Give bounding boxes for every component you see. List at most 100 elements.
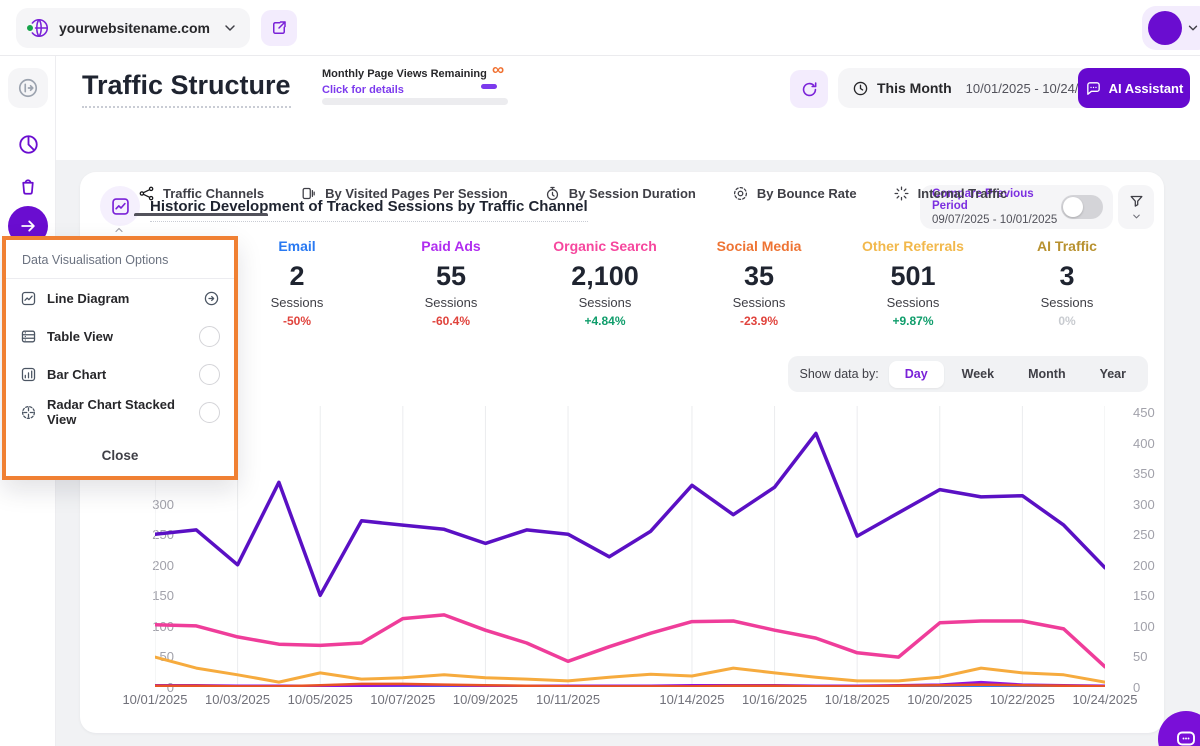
x-tick-label: 10/24/2025: [1072, 692, 1138, 707]
external-link-icon: [270, 19, 288, 37]
stat-channel-label: Social Media: [716, 238, 802, 254]
stat-unit: Sessions: [424, 295, 478, 310]
pie-chart-icon: [17, 133, 40, 156]
radio-unselected[interactable]: [199, 363, 220, 385]
stat-delta: -60.4%: [431, 314, 471, 328]
x-tick-label: 10/16/2025: [742, 692, 808, 707]
stat-delta: -23.9%: [739, 314, 779, 328]
bar-chart-icon: [20, 366, 37, 383]
refresh-button[interactable]: [790, 70, 828, 108]
stat-delta: -50%: [282, 314, 311, 328]
tab-by-session-duration[interactable]: By Session Duration: [544, 181, 696, 216]
active-tab-underline: [134, 213, 269, 216]
stat-channel-label: Paid Ads: [421, 238, 481, 254]
tab-by-bounce-rate[interactable]: By Bounce Rate: [732, 181, 857, 216]
quota-details-link[interactable]: Click for details: [322, 84, 404, 96]
stat-value: 3: [1059, 261, 1075, 291]
granularity-month[interactable]: Month: [1012, 361, 1081, 388]
other-referrals-line[interactable]: [155, 655, 1105, 684]
tab-traffic-channels[interactable]: Traffic Channels: [134, 181, 269, 216]
x-tick-label: 10/09/2025: [452, 692, 518, 707]
chart-type-button[interactable]: [100, 186, 140, 226]
arrow-right-icon: [18, 216, 38, 236]
clock-icon: [852, 80, 869, 97]
ai-assistant-button[interactable]: AI Assistant: [1078, 68, 1190, 108]
website-selector[interactable]: yourwebsitename.com: [16, 8, 250, 48]
granularity-week[interactable]: Week: [946, 361, 1010, 388]
tab-internal-traffic[interactable]: Internal Traffic: [893, 181, 1008, 216]
channel-stat-email[interactable]: Email 2 Sessions -50%: [220, 238, 374, 328]
channel-stat-paid-ads[interactable]: Paid Ads 55 Sessions -60.4%: [374, 238, 528, 328]
organic-search-line[interactable]: [155, 613, 1105, 669]
granularity-day[interactable]: Day: [888, 360, 944, 388]
stat-delta: +9.87%: [892, 314, 934, 328]
open-website-button[interactable]: [261, 10, 297, 46]
x-tick-label: 10/01/2025: [122, 692, 188, 707]
globe-icon: [25, 17, 50, 39]
website-name: yourwebsitename.com: [59, 20, 210, 36]
y-tick-label: 450: [1133, 405, 1155, 420]
x-tick-label: 10/20/2025: [907, 692, 973, 707]
sidebar-item-analytics[interactable]: [8, 124, 48, 164]
option-label: Radar Chart Stacked View: [47, 397, 175, 427]
stat-value: 55: [435, 261, 467, 291]
chat-icon: [1085, 80, 1102, 97]
x-tick-label: 10/07/2025: [370, 692, 436, 707]
compare-toggle[interactable]: [1061, 195, 1103, 219]
user-menu[interactable]: [1142, 6, 1200, 50]
total-sessions-line[interactable]: [155, 431, 1105, 598]
x-tick-label: 10/22/2025: [989, 692, 1055, 707]
funnel-icon: [1128, 193, 1145, 210]
channel-stat-social-media[interactable]: Social Media 35 Sessions -23.9%: [682, 238, 836, 328]
avatar: [1148, 11, 1182, 45]
data-visualisation-options-popup: Data Visualisation Options Line Diagram T…: [2, 236, 238, 480]
quota-progress-bar: [322, 98, 508, 105]
arrow-right-circle-icon: [203, 290, 220, 307]
stat-unit: Sessions: [732, 295, 786, 310]
tab-by-visited-pages-per-session[interactable]: By Visited Pages Per Session: [300, 181, 508, 216]
granularity-year[interactable]: Year: [1084, 361, 1142, 388]
stat-unit: Sessions: [578, 295, 632, 310]
popup-close-button[interactable]: Close: [6, 437, 234, 473]
channel-stat-organic-search[interactable]: Organic Search 2,100 Sessions +4.84%: [528, 238, 682, 328]
line-chart-icon: [110, 196, 131, 217]
top-bar: yourwebsitename.com: [0, 0, 1200, 56]
chevron-down-icon: [1131, 211, 1142, 222]
chevron-up-icon: [113, 224, 125, 236]
x-tick-label: 10/05/2025: [287, 692, 353, 707]
radio-unselected[interactable]: [199, 325, 220, 347]
sidebar-item-shop[interactable]: [8, 166, 48, 206]
x-tick-label: 10/18/2025: [824, 692, 890, 707]
channel-stats-row: Email 2 Sessions -50% Paid Ads 55 Sessions -60.…: [220, 238, 1144, 328]
tab-label: Traffic Channels: [163, 186, 265, 201]
social-media-line[interactable]: [155, 682, 1105, 687]
option-table-view[interactable]: Table View: [6, 317, 234, 355]
toggle-knob: [1063, 197, 1083, 217]
y-tick-label: 100: [1133, 618, 1155, 634]
option-bar-chart[interactable]: Bar Chart: [6, 355, 234, 393]
quota-usage-indicator: [481, 84, 497, 89]
option-label: Bar Chart: [47, 366, 107, 382]
stat-channel-label: Other Referrals: [862, 238, 964, 254]
period-label: This Month: [877, 80, 952, 96]
option-radar-chart-stacked-view[interactable]: Radar Chart Stacked View: [6, 393, 234, 431]
network-icon: [138, 185, 155, 202]
option-line-diagram[interactable]: Line Diagram: [6, 279, 234, 317]
sparkle-icon: [893, 185, 910, 202]
refresh-icon: [800, 80, 819, 99]
chart-plot[interactable]: [155, 400, 1105, 687]
filter-button[interactable]: [1118, 185, 1154, 229]
y-tick-label: 50: [1133, 649, 1148, 665]
stat-unit: Sessions: [1040, 295, 1094, 310]
ai-assistant-label: AI Assistant: [1108, 80, 1184, 96]
stat-value: 501: [890, 261, 936, 291]
stat-delta: 0%: [1058, 314, 1076, 328]
tab-label: Internal Traffic: [917, 186, 1008, 201]
stat-value: 2: [289, 261, 305, 291]
channel-stat-ai-traffic[interactable]: AI Traffic 3 Sessions 0%: [990, 238, 1144, 328]
radio-unselected[interactable]: [199, 401, 220, 423]
y-tick-label: 350: [1133, 466, 1155, 482]
channel-stat-other-referrals[interactable]: Other Referrals 501 Sessions +9.87%: [836, 238, 990, 328]
target-icon: [732, 185, 749, 202]
sidebar-expand-button[interactable]: [8, 68, 48, 108]
